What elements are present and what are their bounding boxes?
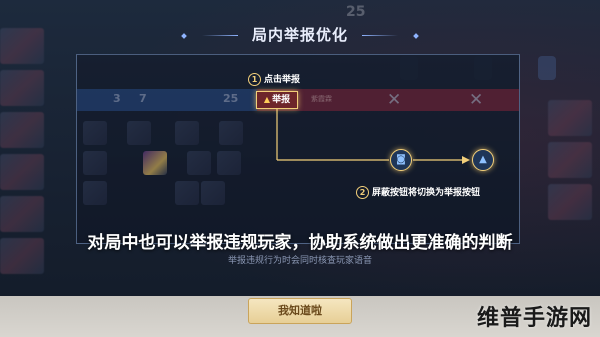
step-2-number: 2 <box>356 186 369 199</box>
report-button-illustration: ▲ 举报 <box>256 91 298 109</box>
warning-icon: ▲ <box>479 154 487 165</box>
watermark-text: 维普手游网 <box>476 306 592 331</box>
step-1-text: 点击举报 <box>264 75 301 85</box>
arrow-right-icon <box>462 156 470 164</box>
block-icon: ◙ <box>396 154 406 165</box>
step-1-label: 1 点击举报 <box>248 72 300 86</box>
report-button-label: 举报 <box>272 95 291 105</box>
report-round-button-illustration: ▲ <box>472 149 494 171</box>
guide-connector <box>276 109 470 164</box>
headline-text: 对局中也可以举报违规玩家，协助系统做出更准确的判断 <box>87 233 513 253</box>
subline-text: 举报违规行为时会同时核查玩家语音 <box>227 256 372 266</box>
step-1-number: 1 <box>248 73 261 86</box>
step-2-text: 屏蔽按钮将切换为举报按钮 <box>372 188 481 198</box>
warning-icon: ▲ <box>263 95 271 104</box>
confirm-button[interactable]: 我知道啦 <box>248 298 352 324</box>
step-2-label: 2 屏蔽按钮将切换为举报按钮 <box>356 185 480 199</box>
block-button-illustration: ◙ <box>390 149 412 171</box>
